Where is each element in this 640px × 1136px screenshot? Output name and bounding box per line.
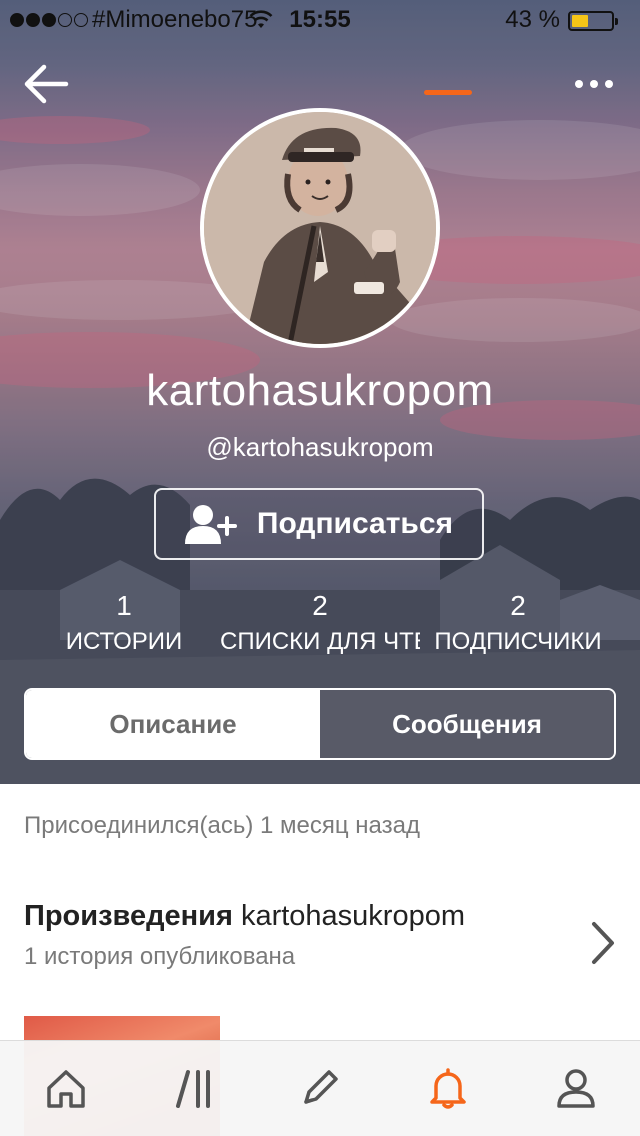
stat-label: ИСТОРИИ: [65, 628, 183, 655]
profile-handle: @kartohasukropom: [206, 432, 434, 462]
profile-tabs: Описание Сообщения: [24, 688, 616, 760]
profile-icon: [557, 1069, 595, 1108]
stat-value: 1: [116, 590, 132, 621]
stat-stories[interactable]: 1 ИСТОРИИ: [24, 590, 224, 656]
home-icon: [47, 1070, 85, 1108]
stat-value: 2: [312, 590, 328, 621]
tab-notifications[interactable]: [420, 1063, 476, 1113]
tab-library[interactable]: [166, 1063, 222, 1113]
notifications-icon: [430, 1068, 466, 1109]
chevron-right-icon[interactable]: [588, 920, 618, 966]
works-title-name: kartohasukropom: [240, 900, 466, 932]
profile-username: kartohasukropom: [146, 366, 494, 415]
follow-button[interactable]: Подписаться: [154, 488, 484, 560]
tab-profile[interactable]: [548, 1063, 604, 1113]
tab-messages[interactable]: Сообщения: [320, 690, 614, 758]
avatar[interactable]: [200, 108, 440, 348]
active-tab-indicator: [424, 90, 472, 95]
library-icon: [176, 1070, 210, 1108]
battery-icon: [568, 11, 618, 31]
more-dots-icon: [575, 80, 583, 88]
tab-write[interactable]: [292, 1063, 348, 1113]
bottom-tab-bar: [0, 1040, 640, 1136]
tab-home[interactable]: [38, 1063, 94, 1113]
write-icon: [304, 1070, 338, 1104]
stat-label: СПИСКИ ДЛЯ ЧТЕНИЯ: [220, 628, 420, 655]
stat-value: 2: [510, 590, 526, 621]
stat-label: ПОДПИСЧИКИ: [434, 628, 602, 655]
tab-description[interactable]: Описание: [26, 690, 320, 758]
stat-followers[interactable]: 2 ПОДПИСЧИКИ: [418, 590, 618, 656]
battery-percent: 43 %: [505, 6, 560, 33]
more-options-button[interactable]: [572, 70, 616, 98]
follow-button-label: Подписаться: [256, 507, 454, 540]
stat-reading-lists[interactable]: 2 СПИСКИ ДЛЯ ЧТЕНИЯ: [220, 590, 420, 656]
arrow-left-icon: [24, 64, 69, 104]
works-title-prefix: Произведения: [24, 900, 233, 932]
back-button[interactable]: [22, 62, 70, 106]
add-user-icon: [184, 505, 237, 544]
avatar-illustration: [204, 112, 436, 344]
works-count: 1 история опубликована: [24, 943, 296, 970]
status-bar: #Mimoenebo75 15:55 43 %: [0, 0, 640, 40]
works-title: Произведения kartohasukropom: [24, 900, 584, 933]
joined-date: Присоединился(ась) 1 месяц назад: [24, 812, 420, 839]
works-section-header[interactable]: Произведения kartohasukropom 1 история о…: [24, 900, 584, 971]
